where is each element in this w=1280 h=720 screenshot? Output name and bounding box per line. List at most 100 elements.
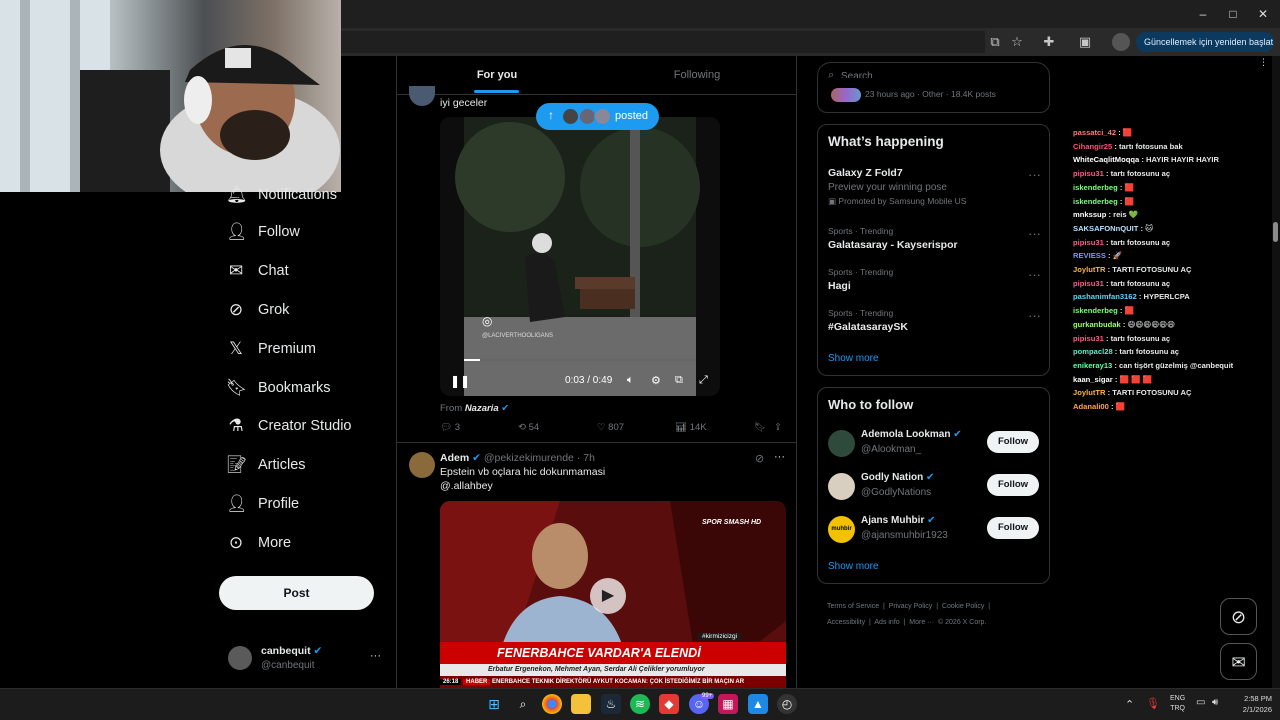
play-icon[interactable]: ▶ — [590, 578, 626, 614]
reply-button[interactable]: 💬︎ 3 — [440, 422, 460, 433]
kebab-menu-icon[interactable]: ⋮ — [1259, 52, 1268, 72]
pause-button[interactable]: ❚❚ — [450, 374, 470, 388]
share-icon[interactable]: ⇪ — [774, 422, 782, 433]
chat-message: iskenderbeg : 🟥 — [1073, 306, 1134, 315]
trend-item[interactable]: Sports · Trending #GalatasaraySK ··· — [828, 308, 1043, 338]
start-icon[interactable]: ⊞ — [484, 694, 504, 714]
nav-articles[interactable]: 📝︎ Articles — [226, 450, 306, 480]
follow-button[interactable]: Follow — [987, 474, 1039, 496]
verified-badge-icon: ✔ — [313, 645, 323, 657]
chat-message: gurkanbudak : 😄😄😄😄😄😄 — [1073, 320, 1175, 329]
chat-username: pipisu31 — [1073, 169, 1104, 179]
views-button[interactable]: 📊︎ 14K — [675, 422, 707, 433]
extensions-icon[interactable]: ✚ — [1040, 33, 1058, 51]
volume-icon[interactable]: 🔈︎ — [627, 374, 634, 387]
post-more-icon[interactable]: ··· — [774, 451, 785, 463]
nav-profile[interactable]: 👤︎ Profile — [226, 489, 299, 519]
update-restart-button[interactable]: Güncellemek için yeniden başlat ⋮ — [1136, 32, 1274, 67]
grok-floating-button[interactable]: ⊘ — [1220, 598, 1257, 635]
search-icon[interactable]: ⌕ — [513, 694, 533, 714]
photos-icon[interactable]: ▲ — [748, 694, 768, 714]
more-icon[interactable]: ··· — [1028, 167, 1041, 182]
spotify-icon[interactable]: ≋ — [630, 694, 650, 714]
minimize-button[interactable]: – — [1188, 4, 1218, 24]
footer-link[interactable]: Privacy Policy — [889, 603, 933, 610]
nav-follow[interactable]: 👤︎ Follow — [226, 217, 300, 247]
address-bar[interactable] — [341, 31, 985, 53]
trend-item[interactable]: Galaxy Z Fold7 Preview your winning pose… — [828, 167, 1043, 211]
promoted-label: ▣ Promoted by Samsung Mobile US — [828, 196, 1043, 207]
fullscreen-icon[interactable]: ⤢ — [699, 374, 708, 387]
grok-icon[interactable]: ⊘ — [755, 452, 764, 465]
chat-username: pipisu31 — [1073, 237, 1104, 247]
footer-link[interactable]: Accessibility — [827, 619, 865, 626]
video-player[interactable]: ◎ @LACIVERTHOOLIGANS ❚❚ 0:03 / 0:49 🔈︎ ⚙… — [440, 117, 720, 396]
nav-grok[interactable]: ⊘ Grok — [226, 295, 290, 325]
nav-notifications[interactable]: 🔔︎ Notifications — [226, 180, 337, 210]
post-button[interactable]: Post — [219, 576, 374, 610]
account-switcher[interactable]: canbequit ✔ @canbequit ··· — [226, 642, 406, 676]
more-icon[interactable]: ··· — [1028, 226, 1041, 241]
chevron-up-icon[interactable]: ⌃ — [1125, 698, 1134, 711]
footer-link[interactable]: Terms of Service — [827, 603, 879, 610]
video-thumbnail[interactable]: SPOR SMASH HD #kirmizicizgi FENERBAHCE V… — [440, 501, 786, 688]
chrome-icon[interactable] — [542, 694, 562, 714]
language-indicator[interactable]: ENG TRQ — [1170, 694, 1185, 714]
volume-icon[interactable]: 🔊︎ — [1212, 697, 1218, 708]
from-name[interactable]: Nazaria — [465, 403, 499, 414]
more-icon[interactable]: ··· — [370, 650, 381, 662]
nav-chat[interactable]: ✉ Chat — [226, 256, 289, 286]
nav-creator-studio[interactable]: ⚗ Creator Studio — [226, 411, 351, 441]
messages-floating-button[interactable]: ✉ — [1220, 643, 1257, 680]
show-more-link[interactable]: Show more — [828, 561, 879, 572]
profile-avatar-icon[interactable] — [1112, 33, 1130, 51]
footer-link[interactable]: More ··· — [909, 619, 934, 626]
avatar — [828, 430, 855, 457]
footer-link[interactable]: Ads info — [874, 619, 899, 626]
more-icon[interactable]: ··· — [1028, 308, 1041, 323]
app-icon[interactable]: ◴ — [777, 694, 797, 714]
nav-more[interactable]: ⊙ More — [226, 528, 291, 558]
picture-in-picture-icon[interactable]: ⧉ — [675, 374, 683, 387]
scrollbar-thumb[interactable] — [1273, 222, 1278, 242]
avatar — [409, 452, 435, 478]
follow-button[interactable]: Follow — [987, 431, 1039, 453]
more-icon[interactable]: ··· — [1028, 267, 1041, 282]
scrollbar[interactable] — [1272, 56, 1280, 688]
maximize-button[interactable]: □ — [1218, 4, 1248, 24]
follow-suggestion[interactable]: muhbir Ajans Muhbir ✔ @ajansmuhbir1923 F… — [828, 514, 1043, 548]
account-name: canbequit ✔ — [261, 645, 322, 657]
tv-ticker-tag: HABER — [463, 679, 491, 685]
follow-suggestion[interactable]: Ademola Lookman ✔ @Alookman_ Follow — [828, 428, 1043, 462]
chat-message: mnkssup : reis 💚 — [1073, 210, 1138, 219]
split-view-icon[interactable]: ▣ — [1076, 33, 1094, 51]
microphone-icon[interactable]: 🎙︎ — [1146, 697, 1160, 710]
app-icon[interactable]: ◆ — [659, 694, 679, 714]
account-name-text: Ajans Muhbir — [861, 515, 925, 526]
bookmark-icon[interactable]: 🔖︎ — [754, 422, 766, 433]
file-explorer-icon[interactable] — [571, 694, 591, 714]
trend-title: Galatasaray - Kayserispor — [828, 239, 958, 251]
follow-suggestion[interactable]: Godly Nation ✔ @GodlyNations Follow — [828, 471, 1043, 505]
bookmark-star-icon[interactable]: ☆ — [1008, 33, 1026, 51]
clock[interactable]: 2:58 PM 2/1/2026 — [1228, 693, 1272, 715]
trend-item[interactable]: Sports · Trending Galatasaray - Kayseris… — [828, 226, 1043, 256]
settings-gear-icon[interactable]: ⚙ — [651, 374, 661, 387]
show-more-link[interactable]: Show more — [828, 353, 879, 364]
nav-label: Follow — [258, 224, 300, 240]
steam-icon[interactable]: ♨ — [601, 694, 621, 714]
nav-bookmarks[interactable]: 🔖︎ Bookmarks — [226, 373, 331, 403]
repost-button[interactable]: ⟲ 54 — [518, 422, 539, 433]
follow-button[interactable]: Follow — [987, 517, 1039, 539]
install-app-icon[interactable]: ⧉ — [986, 33, 1004, 51]
tab-following[interactable]: Following — [597, 56, 796, 94]
footer-link[interactable]: Cookie Policy — [942, 603, 984, 610]
nav-premium[interactable]: 𝕏 Premium — [226, 334, 316, 364]
close-button[interactable]: ✕ — [1248, 4, 1278, 24]
trend-item[interactable]: Sports · Trending Hagi ··· — [828, 267, 1043, 297]
app-icon[interactable]: ▦ — [718, 694, 738, 714]
like-button[interactable]: ♡ 807 — [597, 422, 624, 433]
network-icon[interactable]: ▭ — [1196, 697, 1205, 708]
post-author-name[interactable]: Adem — [440, 452, 469, 464]
new-posts-pill[interactable]: ↑ posted — [536, 103, 659, 130]
